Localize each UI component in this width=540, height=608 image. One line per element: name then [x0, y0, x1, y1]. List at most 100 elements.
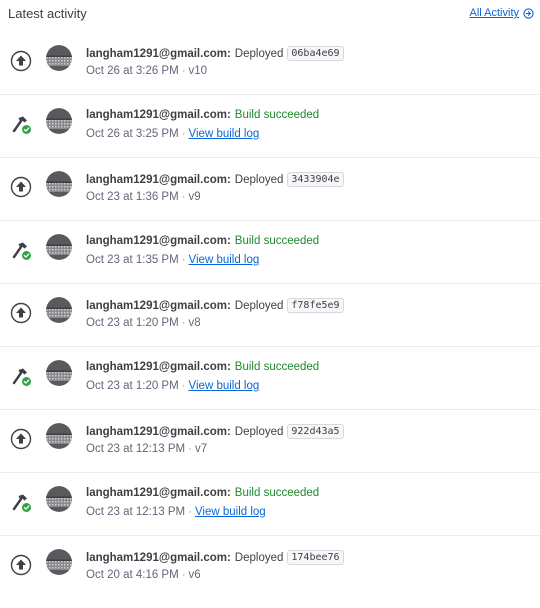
build-hammer-icon	[12, 494, 31, 512]
timestamp: Oct 23 at 1:20 PM	[86, 317, 179, 329]
activity-item: langham1291@gmail.com: Deployed 922d43a5 …	[0, 410, 540, 473]
user-email: langham1291@gmail.com:	[86, 235, 231, 247]
separator: ·	[181, 128, 186, 140]
commit-hash-badge: 922d43a5	[287, 424, 344, 439]
separator: ·	[188, 506, 192, 518]
timestamp: Oct 26 at 3:25 PM	[86, 128, 179, 140]
separator: ·	[181, 191, 186, 203]
circle-arrow-right-icon	[523, 7, 534, 19]
activity-item: langham1291@gmail.com: Deployed f78fe5e9 …	[0, 284, 540, 347]
activity-meta: Oct 23 at 12:13 PM · v7	[86, 443, 207, 455]
separator: ·	[188, 443, 192, 455]
build-hammer-icon	[12, 242, 31, 260]
activity-meta: Oct 23 at 1:36 PM · v9	[86, 191, 201, 203]
activity-meta: Oct 26 at 3:26 PM · v10	[86, 65, 207, 77]
activity-item: langham1291@gmail.com: Deployed 06ba4e69 …	[0, 32, 540, 95]
view-build-log-link[interactable]: View build log	[189, 254, 260, 266]
timestamp: Oct 26 at 3:26 PM	[86, 65, 179, 77]
activity-meta: Oct 23 at 1:20 PM · v8	[86, 317, 201, 329]
view-build-log-link[interactable]: View build log	[189, 380, 260, 392]
activity-summary: langham1291@gmail.com: Deployed f78fe5e9	[86, 298, 344, 313]
user-email: langham1291@gmail.com:	[86, 551, 231, 564]
build-status-text: Build succeeded	[234, 361, 320, 373]
version-label: v10	[188, 65, 208, 77]
timestamp: Oct 23 at 12:13 PM	[86, 443, 186, 455]
timestamp: Oct 23 at 1:36 PM	[86, 191, 179, 203]
commit-hash-badge: f78fe5e9	[287, 298, 344, 313]
avatar	[46, 360, 72, 386]
activity-item: langham1291@gmail.com: Deployed 174bee76 …	[0, 536, 540, 599]
activity-meta: Oct 23 at 1:20 PM · View build log	[86, 380, 259, 392]
avatar	[46, 486, 72, 512]
separator: ·	[181, 65, 186, 77]
activity-item: langham1291@gmail.com: Build succeeded Oc…	[0, 95, 540, 158]
all-activity-label[interactable]: All Activity	[469, 7, 519, 19]
activity-item: langham1291@gmail.com: Deployed 3433904e …	[0, 158, 540, 221]
avatar	[46, 108, 72, 134]
commit-hash-badge: 174bee76	[287, 550, 344, 565]
activity-summary: langham1291@gmail.com: Build succeeded	[86, 235, 319, 247]
activity-summary: langham1291@gmail.com: Build succeeded	[86, 361, 319, 373]
deploy-upload-icon	[10, 302, 32, 324]
avatar	[46, 45, 72, 71]
commit-hash-badge: 06ba4e69	[287, 46, 344, 61]
activity-item: langham1291@gmail.com: Build succeeded Oc…	[0, 221, 540, 284]
build-status-text: Build succeeded	[234, 235, 320, 247]
view-build-log-link[interactable]: View build log	[195, 506, 266, 518]
user-email: langham1291@gmail.com:	[86, 487, 231, 499]
user-email: langham1291@gmail.com:	[86, 109, 231, 121]
avatar	[46, 234, 72, 260]
activity-meta: Oct 26 at 3:25 PM · View build log	[86, 128, 259, 140]
build-status-text: Build succeeded	[234, 487, 320, 499]
build-hammer-icon	[12, 116, 31, 134]
avatar	[46, 549, 72, 575]
activity-meta: Oct 23 at 12:13 PM · View build log	[86, 506, 266, 518]
build-hammer-icon	[12, 368, 31, 386]
user-email: langham1291@gmail.com:	[86, 299, 231, 312]
user-email: langham1291@gmail.com:	[86, 173, 231, 186]
deploy-upload-icon	[10, 50, 32, 72]
section-title: Latest activity	[8, 6, 87, 21]
timestamp: Oct 23 at 1:35 PM	[86, 254, 179, 266]
separator: ·	[181, 569, 186, 581]
user-email: langham1291@gmail.com:	[86, 47, 231, 60]
activity-summary: langham1291@gmail.com: Build succeeded	[86, 109, 319, 121]
user-email: langham1291@gmail.com:	[86, 361, 231, 373]
activity-item: langham1291@gmail.com: Build succeeded Oc…	[0, 473, 540, 536]
build-status-text: Build succeeded	[234, 109, 320, 121]
version-label: v6	[188, 569, 201, 581]
timestamp: Oct 23 at 12:13 PM	[86, 506, 186, 518]
version-label: v7	[194, 443, 208, 455]
activity-meta: Oct 23 at 1:35 PM · View build log	[86, 254, 259, 266]
deploy-upload-icon	[10, 554, 32, 576]
deploy-upload-icon	[10, 176, 32, 198]
action-text: Deployed	[234, 173, 284, 186]
action-text: Deployed	[234, 299, 284, 312]
commit-hash-badge: 3433904e	[287, 172, 344, 187]
view-build-log-link[interactable]: View build log	[189, 128, 260, 140]
timestamp: Oct 23 at 1:20 PM	[86, 380, 179, 392]
version-label: v9	[188, 191, 201, 203]
all-activity-link[interactable]: All Activity	[469, 7, 534, 19]
action-text: Deployed	[234, 425, 284, 438]
separator: ·	[181, 380, 186, 392]
activity-summary: langham1291@gmail.com: Deployed 922d43a5	[86, 424, 344, 439]
action-text: Deployed	[234, 47, 284, 60]
activity-meta: Oct 20 at 4:16 PM · v6	[86, 569, 201, 581]
user-email: langham1291@gmail.com:	[86, 425, 231, 438]
activity-item: langham1291@gmail.com: Build succeeded Oc…	[0, 347, 540, 410]
timestamp: Oct 20 at 4:16 PM	[86, 569, 179, 581]
version-label: v8	[188, 317, 201, 329]
activity-summary: langham1291@gmail.com: Deployed 06ba4e69	[86, 46, 344, 61]
avatar	[46, 297, 72, 323]
avatar	[46, 423, 72, 449]
action-text: Deployed	[234, 551, 284, 564]
activity-summary: langham1291@gmail.com: Deployed 3433904e	[86, 172, 344, 187]
deploy-upload-icon	[10, 428, 32, 450]
activity-summary: langham1291@gmail.com: Deployed 174bee76	[86, 550, 344, 565]
separator: ·	[181, 254, 186, 266]
separator: ·	[181, 317, 186, 329]
activity-summary: langham1291@gmail.com: Build succeeded	[86, 487, 319, 499]
avatar	[46, 171, 72, 197]
activity-header: Latest activity All Activity	[0, 0, 540, 30]
